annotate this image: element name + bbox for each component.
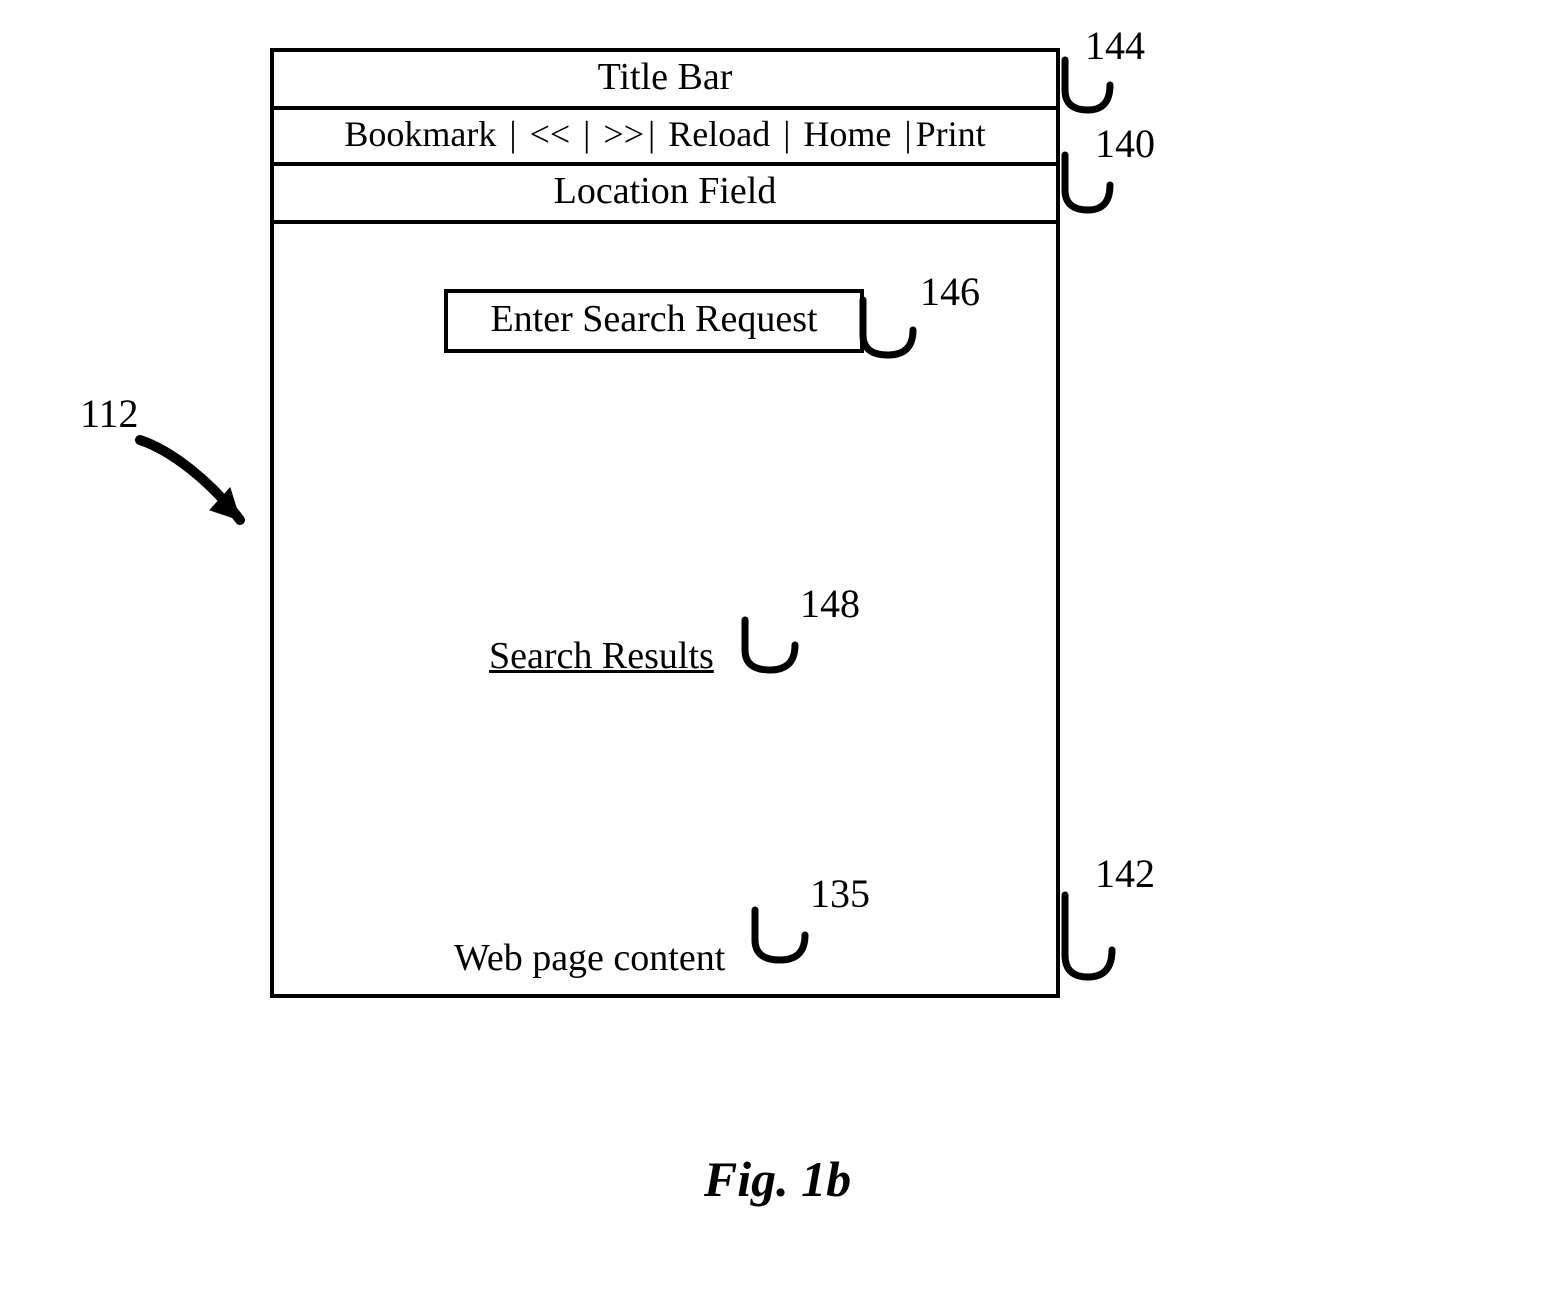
ref-content: 142 bbox=[1095, 850, 1155, 897]
search-placeholder: Enter Search Request bbox=[490, 298, 817, 340]
diagram-stage: Title Bar Bookmark | << | >>| Reload | H… bbox=[0, 0, 1555, 1304]
location-field[interactable]: Location Field bbox=[274, 166, 1056, 224]
lead-hook-146 bbox=[858, 300, 938, 365]
browser-window: Title Bar Bookmark | << | >>| Reload | H… bbox=[270, 48, 1060, 998]
search-results-link[interactable]: Search Results bbox=[489, 634, 714, 678]
forward-button[interactable]: >> bbox=[601, 114, 646, 154]
lead-hook-144 bbox=[1060, 60, 1130, 120]
separator: | bbox=[646, 114, 657, 154]
search-input[interactable]: Enter Search Request bbox=[444, 289, 864, 353]
separator: | bbox=[581, 114, 592, 154]
title-bar-text: Title Bar bbox=[598, 56, 733, 98]
back-button[interactable]: << bbox=[528, 114, 573, 154]
lead-hook-148 bbox=[740, 620, 820, 680]
lead-hook-142 bbox=[1060, 895, 1130, 985]
separator: | bbox=[781, 114, 792, 154]
reload-button[interactable]: Reload bbox=[666, 114, 772, 154]
figure-caption: Fig. 1b bbox=[0, 1150, 1555, 1208]
content-area: Enter Search Request Search Results Web … bbox=[274, 224, 1056, 994]
lead-arrow-112 bbox=[130, 430, 290, 560]
lead-hook-140 bbox=[1060, 155, 1130, 220]
home-button[interactable]: Home bbox=[801, 114, 893, 154]
web-page-content-label: Web page content bbox=[454, 936, 725, 980]
bookmark-button[interactable]: Bookmark bbox=[342, 114, 498, 154]
title-bar: Title Bar bbox=[274, 52, 1056, 110]
location-field-label: Location Field bbox=[554, 170, 777, 212]
separator: | bbox=[507, 114, 518, 154]
toolbar: Bookmark | << | >>| Reload | Home |Print bbox=[274, 110, 1056, 166]
separator: | bbox=[902, 114, 913, 154]
lead-hook-135 bbox=[750, 910, 830, 970]
print-button[interactable]: Print bbox=[914, 114, 988, 154]
